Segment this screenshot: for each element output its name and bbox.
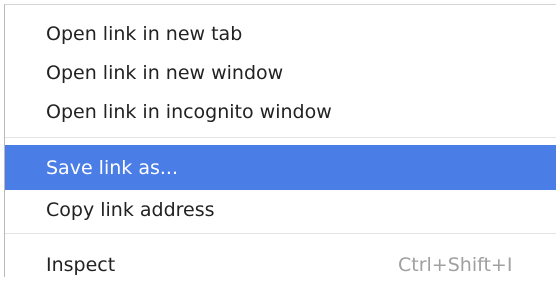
menu-item-label: Copy link address [46, 198, 215, 221]
menu-item-save-link-as[interactable]: Save link as... [5, 145, 556, 190]
menu-item-label: Open link in new tab [46, 22, 243, 45]
menu-item-label: Open link in new window [46, 61, 284, 84]
menu-separator [5, 137, 556, 138]
menu-separator [5, 233, 556, 234]
menu-item-open-incognito-window[interactable]: Open link in incognito window [5, 89, 556, 134]
menu-item-label: Inspect [46, 253, 116, 276]
context-menu: Open link in new tab Open link in new wi… [4, 4, 556, 277]
menu-item-shortcut: Ctrl+Shift+I [398, 253, 513, 276]
menu-item-copy-link-address[interactable]: Copy link address [5, 187, 556, 232]
menu-item-label: Save link as... [46, 156, 178, 179]
menu-item-label: Open link in incognito window [46, 100, 332, 123]
menu-item-inspect[interactable]: Inspect Ctrl+Shift+I [5, 242, 556, 287]
